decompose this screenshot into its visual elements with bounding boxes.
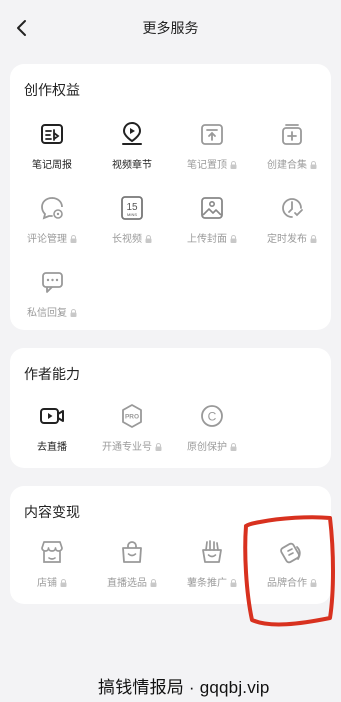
- service-label: 笔记周报: [32, 160, 72, 171]
- service-label: 品牌合作: [252, 574, 332, 589]
- brand-coop-icon: [280, 542, 301, 564]
- video-chapter-icon: [122, 121, 142, 145]
- report-icon: [41, 124, 63, 144]
- upload-cover-icon: [201, 197, 223, 219]
- lock-icon: [230, 443, 237, 451]
- svg-text:MINS: MINS: [127, 212, 137, 217]
- long-video-icon: 15 MINS: [121, 196, 143, 220]
- service-upload-cover[interactable]: 上传封面: [172, 194, 252, 245]
- service-original-protection[interactable]: C 原创保护: [172, 402, 252, 453]
- service-label: 店铺: [12, 574, 92, 589]
- pro-icon: PRO: [122, 404, 142, 428]
- service-weekly-report[interactable]: 笔记周报: [12, 120, 92, 171]
- service-comment-manage[interactable]: 评论管理: [12, 194, 92, 245]
- live-icon: [40, 408, 64, 424]
- service-schedule-publish[interactable]: 定时发布: [252, 194, 332, 245]
- service-label: 原创保护: [172, 438, 252, 453]
- service-label: 长视频: [92, 230, 172, 245]
- service-label: 薯条推广: [172, 574, 252, 589]
- svg-text:PRO: PRO: [125, 414, 139, 421]
- service-shop[interactable]: 店铺: [12, 538, 92, 589]
- section-content-monetization: 内容变现 店铺 直播选品 薯条推广 品牌合作: [10, 486, 331, 604]
- service-video-chapter[interactable]: 视频章节: [92, 120, 172, 171]
- service-label: 评论管理: [12, 230, 92, 245]
- service-brand-cooperation[interactable]: 品牌合作: [252, 538, 332, 589]
- message-reply-icon: [42, 272, 63, 293]
- svg-text:C: C: [208, 410, 217, 424]
- page-title: 更多服务: [142, 20, 199, 36]
- service-fries-promotion[interactable]: 薯条推广: [172, 538, 252, 589]
- section-title: 作者能力: [24, 366, 80, 382]
- service-label: 创建合集: [252, 156, 332, 171]
- lock-icon: [145, 235, 152, 243]
- lock-icon: [70, 309, 77, 317]
- service-go-live[interactable]: 去直播: [12, 402, 92, 453]
- comment-manage-icon: [41, 197, 63, 220]
- section-title: 创作权益: [24, 82, 80, 98]
- section-author-abilities: 作者能力 去直播 PRO 开通专业号 C 原创保护: [10, 348, 331, 468]
- service-label: 上传封面: [172, 230, 252, 245]
- service-message-reply[interactable]: 私信回复: [12, 268, 92, 319]
- shop-icon: [41, 541, 63, 563]
- watermark-text: 搞钱情报局 · gqqbj.vip: [98, 678, 270, 697]
- copyright-icon: C: [201, 405, 223, 427]
- fries-icon: [202, 540, 222, 563]
- service-pin-top[interactable]: 笔记置顶: [172, 120, 252, 171]
- lock-icon: [230, 161, 237, 169]
- section-creation-rights: 创作权益 笔记周报 视频章节 笔记置顶 创建合集 评论管理 15 MINS 长视…: [10, 64, 331, 330]
- service-label: 视频章节: [112, 160, 152, 171]
- service-create-collection[interactable]: 创建合集: [252, 120, 332, 171]
- lock-icon: [230, 235, 237, 243]
- lock-icon: [230, 579, 237, 587]
- service-label: 开通专业号: [92, 438, 172, 453]
- collection-icon: [282, 124, 302, 145]
- top-nav: 更多服务: [0, 0, 341, 56]
- lock-icon: [310, 161, 317, 169]
- lock-icon: [310, 579, 317, 587]
- section-title: 内容变现: [24, 504, 80, 520]
- pin-top-icon: [201, 124, 223, 145]
- service-label: 直播选品: [92, 574, 172, 589]
- service-label: 去直播: [37, 442, 67, 453]
- service-label: 私信回复: [12, 304, 92, 319]
- service-pro-account[interactable]: PRO 开通专业号: [92, 402, 172, 453]
- lock-icon: [60, 579, 67, 587]
- lock-icon: [155, 443, 162, 451]
- schedule-icon: [282, 198, 303, 218]
- shopping-bag-icon: [122, 541, 142, 563]
- lock-icon: [70, 235, 77, 243]
- service-live-selection[interactable]: 直播选品: [92, 538, 172, 589]
- service-label: 笔记置顶: [172, 156, 252, 171]
- service-label: 定时发布: [252, 230, 332, 245]
- lock-icon: [310, 235, 317, 243]
- lock-icon: [150, 579, 157, 587]
- service-long-video[interactable]: 15 MINS 长视频: [92, 194, 172, 245]
